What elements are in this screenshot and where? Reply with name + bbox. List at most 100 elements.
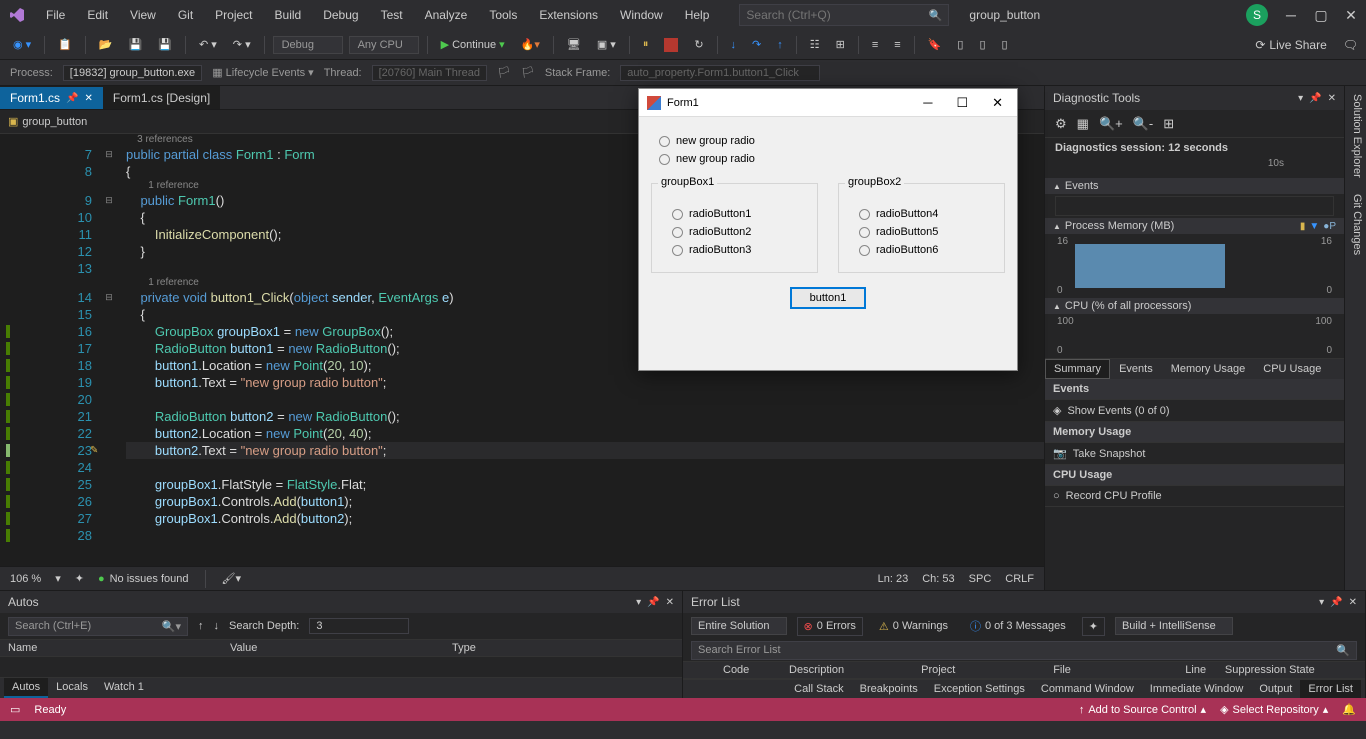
dropdown-icon[interactable]: ▾ — [1298, 93, 1303, 104]
menu-build[interactable]: Build — [265, 4, 312, 26]
diag-tab-summary[interactable]: Summary — [1045, 359, 1110, 379]
col-project[interactable]: Project — [921, 664, 1053, 676]
menu-help[interactable]: Help — [675, 4, 720, 26]
errorlist-tab[interactable]: Error List — [1300, 680, 1361, 698]
record-cpu-link[interactable]: ○Record CPU Profile — [1045, 486, 1344, 507]
nav-back-icon[interactable]: ◉ ▾ — [8, 35, 36, 54]
search-box[interactable]: 🔍 — [739, 4, 949, 26]
redo-icon[interactable]: ↷ ▾ — [228, 35, 256, 54]
tb-misc1[interactable]: ☷ — [805, 35, 825, 54]
col-name[interactable]: Name — [8, 642, 230, 654]
brush-icon[interactable]: 🖌▾ — [222, 572, 242, 585]
pin-icon[interactable]: 📌 — [647, 597, 659, 608]
radio-new-group-2[interactable]: new group radio — [659, 153, 997, 165]
notification-icon[interactable]: 🔔 — [1342, 703, 1356, 716]
radiobutton1[interactable]: radioButton1 — [672, 208, 797, 220]
tb-bookmark[interactable]: 🔖 — [923, 35, 947, 54]
radio-new-group-1[interactable]: new group radio — [659, 135, 997, 147]
menu-extensions[interactable]: Extensions — [529, 4, 608, 26]
menu-view[interactable]: View — [120, 4, 166, 26]
radiobutton4[interactable]: radioButton4 — [859, 208, 984, 220]
lifecycle-icon[interactable]: ▦ Lifecycle Events ▾ — [212, 66, 314, 79]
nav-up-icon[interactable]: ↑ — [198, 620, 204, 632]
menu-window[interactable]: Window — [610, 4, 673, 26]
cpu-graph[interactable]: 100 0 100 0 — [1055, 316, 1334, 356]
tb-misc2[interactable]: ⊞ — [831, 35, 850, 54]
zoom-in-icon[interactable]: 🔍+ — [1099, 116, 1123, 132]
tab-form1-cs[interactable]: Form1.cs📌✕ — [0, 86, 103, 109]
output-tab[interactable]: Output — [1251, 680, 1300, 698]
take-snapshot-link[interactable]: 📷Take Snapshot — [1045, 443, 1344, 465]
reset-zoom-icon[interactable]: ⊞ — [1163, 116, 1174, 132]
output-icon[interactable]: ▭ — [10, 703, 20, 716]
pause-icon[interactable]: ⏸ — [638, 35, 654, 54]
gear-icon[interactable]: ⚙ — [1055, 116, 1067, 132]
close-button[interactable]: ✕ — [1344, 7, 1358, 24]
platform-combo[interactable]: Any CPU — [349, 36, 419, 54]
flag2-icon[interactable]: 🏳 — [521, 66, 535, 79]
errorlist-search[interactable]: Search Error List🔍 — [691, 641, 1357, 660]
menu-test[interactable]: Test — [371, 4, 413, 26]
dropdown-icon[interactable]: ▾ — [636, 597, 641, 608]
command-tab[interactable]: Command Window — [1033, 680, 1142, 698]
step-into-icon[interactable]: ↓ — [726, 36, 742, 54]
save-all-icon[interactable]: 💾 — [153, 35, 177, 54]
close-icon[interactable]: ✕ — [1349, 597, 1357, 608]
show-events-link[interactable]: ◈Show Events (0 of 0) — [1045, 400, 1344, 422]
menu-git[interactable]: Git — [168, 4, 203, 26]
continue-button[interactable]: ▶ Continue ▾ — [436, 35, 510, 54]
diag-tab-events[interactable]: Events — [1110, 359, 1162, 379]
select-tools-icon[interactable]: ▦ — [1077, 116, 1089, 132]
errors-filter[interactable]: ⊗0 Errors — [797, 617, 863, 636]
pin-icon[interactable]: 📌 — [1330, 597, 1342, 608]
browser-icon[interactable]: 🖥 — [562, 35, 586, 54]
feedback-icon[interactable]: 🗨 — [1343, 38, 1358, 52]
form-close[interactable]: ✕ — [986, 93, 1009, 113]
scope-combo[interactable]: Entire Solution — [691, 617, 787, 635]
radiobutton5[interactable]: radioButton5 — [859, 226, 984, 238]
memory-graph[interactable]: 16 0 16 0 — [1055, 236, 1334, 296]
depth-combo[interactable]: 3 — [309, 618, 409, 634]
step-out-icon[interactable]: ↑ — [772, 36, 788, 54]
col-line[interactable]: Line — [1185, 664, 1225, 676]
hot-reload-icon[interactable]: 🔥▾ — [516, 35, 545, 54]
menu-tools[interactable]: Tools — [479, 4, 527, 26]
stop-icon[interactable] — [659, 35, 683, 55]
autos-search[interactable]: Search (Ctrl+E)🔍▾ — [8, 617, 188, 636]
zoom-out-icon[interactable]: 🔍- — [1133, 116, 1154, 132]
tb-bm-prev[interactable]: ▯ — [952, 35, 968, 54]
thread-combo[interactable]: [20760] Main Thread — [372, 65, 487, 81]
select-repo[interactable]: ◈Select Repository▴ — [1220, 703, 1328, 716]
immediate-tab[interactable]: Immediate Window — [1142, 680, 1252, 698]
solution-explorer-tab[interactable]: Solution Explorer — [1345, 86, 1366, 186]
diag-tab-cpu[interactable]: CPU Usage — [1254, 359, 1330, 379]
fold-icon[interactable]: ⊟ — [100, 289, 118, 306]
messages-filter[interactable]: ⓘ0 of 3 Messages — [964, 616, 1072, 636]
cpu-header[interactable]: ▲CPU (% of all processors) — [1045, 298, 1344, 314]
form-minimize[interactable]: ─ — [917, 93, 938, 113]
save-icon[interactable]: 💾 — [124, 35, 148, 54]
running-form-window[interactable]: Form1 ─ ☐ ✕ new group radio new group ra… — [638, 88, 1018, 371]
flag-icon[interactable]: 🏳 — [497, 66, 511, 79]
menu-file[interactable]: File — [36, 4, 75, 26]
exception-tab[interactable]: Exception Settings — [926, 680, 1033, 698]
git-changes-tab[interactable]: Git Changes — [1345, 186, 1366, 263]
col-value[interactable]: Value — [230, 642, 452, 654]
radiobutton3[interactable]: radioButton3 — [672, 244, 797, 256]
pin-icon[interactable]: 📌 — [66, 93, 78, 104]
menu-analyze[interactable]: Analyze — [415, 4, 478, 26]
health-icon[interactable]: ✦ — [75, 572, 84, 585]
tb-indent2[interactable]: ≡ — [889, 36, 905, 54]
tb-bm-clear[interactable]: ▯ — [997, 35, 1013, 54]
new-project-icon[interactable]: 📋 — [53, 35, 77, 54]
radiobutton6[interactable]: radioButton6 — [859, 244, 984, 256]
minimize-button[interactable]: ─ — [1284, 7, 1298, 23]
col-file[interactable]: File — [1053, 664, 1185, 676]
button1[interactable]: button1 — [790, 287, 867, 309]
col-desc[interactable]: Description — [789, 664, 921, 676]
indent-mode[interactable]: SPC — [969, 573, 992, 585]
step-over-icon[interactable]: ↷ — [747, 35, 766, 54]
build-combo[interactable]: Build + IntelliSense — [1115, 617, 1233, 635]
live-share[interactable]: ⟳ Live Share 🗨 — [1255, 38, 1358, 52]
menu-edit[interactable]: Edit — [77, 4, 118, 26]
